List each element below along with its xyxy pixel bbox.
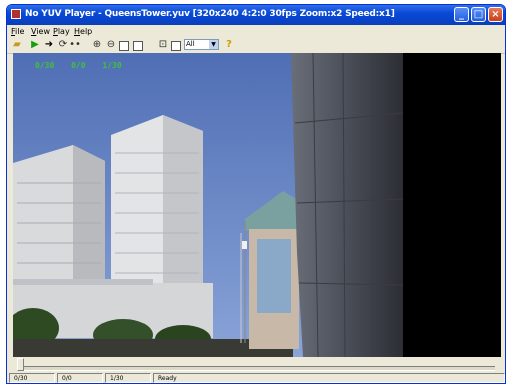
title-bar[interactable]: No YUV Player - QueensTower.yuv [320x240… bbox=[7, 5, 505, 25]
fit-icon[interactable] bbox=[119, 41, 129, 51]
seek-thumb[interactable] bbox=[17, 358, 24, 371]
close-button[interactable]: × bbox=[488, 7, 503, 22]
overlay-zero: 0/0 bbox=[71, 61, 86, 70]
overlay-frame: 0/30 bbox=[35, 61, 55, 70]
menu-file[interactable]: File bbox=[11, 27, 24, 36]
seek-track[interactable] bbox=[17, 366, 495, 371]
status-bar: 0/30 0/0 1/30 Ready bbox=[7, 372, 505, 383]
zoom-in-icon[interactable]: ⊕ bbox=[91, 39, 103, 51]
menu-play[interactable]: Play bbox=[53, 27, 70, 36]
menu-bar: File View Play Help bbox=[7, 25, 505, 38]
chevron-down-icon: ▼ bbox=[209, 40, 218, 49]
frame-overlay: 0/30 0/0 1/30 bbox=[35, 61, 134, 70]
toolbar: ▰ ▶ ➜ ⟳ •• ⊕ ⊖ ⊡ All ▼ ? bbox=[7, 38, 505, 54]
frame-icon[interactable] bbox=[133, 41, 143, 51]
maximize-button[interactable]: □ bbox=[471, 7, 486, 22]
minimize-button[interactable]: _ bbox=[454, 7, 469, 22]
app-icon bbox=[11, 9, 21, 19]
menu-help[interactable]: Help bbox=[74, 27, 92, 36]
status-state: Ready bbox=[153, 373, 505, 383]
blank-icon[interactable] bbox=[171, 41, 181, 51]
overlay-total: 1/30 bbox=[102, 61, 122, 70]
loop-icon[interactable]: ⟳ bbox=[57, 39, 69, 51]
video-frame bbox=[13, 53, 403, 357]
seek-slider[interactable] bbox=[13, 358, 501, 372]
video-viewport[interactable]: 0/30 0/0 1/30 bbox=[13, 53, 501, 357]
play-icon[interactable]: ▶ bbox=[29, 39, 41, 51]
app-window: No YUV Player - QueensTower.yuv [320x240… bbox=[6, 4, 506, 384]
step-icon[interactable]: •• bbox=[69, 39, 81, 51]
menu-view[interactable]: View bbox=[31, 27, 50, 36]
zoom-out-icon[interactable]: ⊖ bbox=[105, 39, 117, 51]
window-title: No YUV Player - QueensTower.yuv [320x240… bbox=[25, 9, 395, 19]
component-select[interactable]: All ▼ bbox=[184, 39, 219, 50]
status-zero: 0/0 bbox=[57, 373, 103, 383]
help-icon[interactable]: ? bbox=[223, 39, 235, 51]
status-total: 1/30 bbox=[105, 373, 151, 383]
status-frame: 0/30 bbox=[9, 373, 55, 383]
open-folder-icon[interactable]: ▰ bbox=[11, 39, 23, 51]
component-select-value: All bbox=[186, 40, 195, 48]
fullscreen-icon[interactable]: ⊡ bbox=[157, 39, 169, 51]
step-forward-icon[interactable]: ➜ bbox=[43, 39, 55, 51]
